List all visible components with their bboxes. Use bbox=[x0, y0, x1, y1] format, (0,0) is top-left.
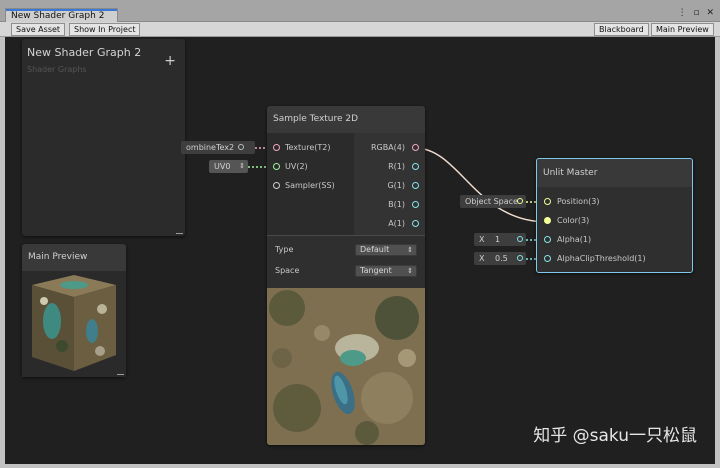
color-port[interactable] bbox=[544, 217, 551, 224]
space-dropdown[interactable]: Tangent ⇕ bbox=[355, 265, 417, 277]
texture-property-node[interactable]: ombineTex2 bbox=[181, 141, 255, 154]
menu-icon[interactable]: ⋮ bbox=[678, 8, 687, 18]
window-controls: ⋮ ▫ ✕ bbox=[674, 8, 714, 18]
blackboard-title: New Shader Graph 2 bbox=[27, 46, 142, 59]
space-label: Space bbox=[275, 266, 300, 275]
node-divider bbox=[267, 235, 425, 236]
texture-property-label: ombineTex2 bbox=[186, 143, 235, 152]
graph-canvas[interactable]: New Shader Graph 2 Shader Graphs + Main … bbox=[5, 37, 715, 464]
r-output-label: R(1) bbox=[388, 162, 405, 171]
resize-handle[interactable] bbox=[176, 233, 183, 234]
position-port[interactable] bbox=[544, 198, 551, 205]
uv-input-port[interactable] bbox=[273, 163, 280, 170]
type-label: Type bbox=[275, 245, 294, 254]
unlit-master-title: Unlit Master bbox=[537, 159, 692, 187]
rgba-output-label: RGBA(4) bbox=[370, 143, 405, 152]
alpha-clip-input-field[interactable]: X 0.5 bbox=[474, 252, 526, 265]
main-preview-panel[interactable]: Main Preview bbox=[22, 244, 126, 377]
space-value: Tangent bbox=[360, 266, 392, 275]
tab-shader-graph[interactable]: New Shader Graph 2 bbox=[5, 8, 118, 23]
sample-texture-2d-node[interactable]: Sample Texture 2D Texture(T2) UV(2) Samp… bbox=[267, 106, 425, 445]
alpha-value[interactable]: 1 bbox=[495, 235, 500, 244]
rgba-output-port[interactable] bbox=[412, 144, 419, 151]
texture-input-label: Texture(T2) bbox=[285, 143, 331, 152]
unlit-master-node[interactable]: Unlit Master Position(3) Color(3) Alpha(… bbox=[536, 158, 693, 273]
alpha-axis-label: X bbox=[479, 235, 485, 244]
texture-preview bbox=[267, 288, 425, 445]
blackboard-button[interactable]: Blackboard bbox=[594, 23, 649, 36]
uv-input-label: UV(2) bbox=[285, 162, 308, 171]
space-chevron-icon: ⇕ bbox=[407, 267, 413, 275]
alpha-input-field[interactable]: X 1 bbox=[474, 233, 526, 246]
sampler-input-port[interactable] bbox=[273, 182, 280, 189]
r-output-port[interactable] bbox=[412, 163, 419, 170]
position-port-label: Position(3) bbox=[557, 197, 600, 206]
type-chevron-icon: ⇕ bbox=[407, 246, 413, 254]
uv-channel-label: UV0 bbox=[214, 162, 231, 171]
position-input-port[interactable] bbox=[517, 198, 523, 204]
alpha-port-label: Alpha(1) bbox=[557, 235, 592, 244]
alpha-port[interactable] bbox=[544, 236, 551, 243]
color-port-label: Color(3) bbox=[557, 216, 590, 225]
show-in-project-button[interactable]: Show In Project bbox=[69, 23, 141, 36]
b-output-label: B(1) bbox=[388, 200, 405, 209]
preview-viewport[interactable] bbox=[22, 271, 126, 377]
a-output-port[interactable] bbox=[412, 220, 419, 227]
sampler-input-label: Sampler(SS) bbox=[285, 181, 335, 190]
g-output-label: G(1) bbox=[387, 181, 405, 190]
b-output-port[interactable] bbox=[412, 201, 419, 208]
alpha-clip-axis-label: X bbox=[479, 254, 485, 263]
preview-cube-image bbox=[32, 275, 116, 371]
alpha-clip-port[interactable] bbox=[544, 255, 551, 262]
maximize-icon[interactable]: ▫ bbox=[693, 8, 699, 18]
main-preview-button[interactable]: Main Preview bbox=[651, 23, 714, 36]
uv-chevron-icon: ⇕ bbox=[239, 162, 245, 170]
alpha-clip-port-label: AlphaClipThreshold(1) bbox=[557, 254, 646, 263]
tab-title: New Shader Graph 2 bbox=[11, 11, 105, 21]
graph-toolbar: Save Asset Show In Project Blackboard Ma… bbox=[0, 22, 720, 37]
uv-channel-dropdown[interactable]: UV0 ⇕ bbox=[209, 160, 248, 173]
position-space-input[interactable]: Object Space bbox=[460, 195, 526, 208]
a-output-label: A(1) bbox=[388, 219, 405, 228]
property-output-port[interactable] bbox=[238, 144, 244, 150]
tab-active-indicator bbox=[6, 9, 117, 11]
alpha-clip-value[interactable]: 0.5 bbox=[495, 254, 508, 263]
g-output-port[interactable] bbox=[412, 182, 419, 189]
type-value: Default bbox=[360, 245, 390, 254]
blackboard-subtitle: Shader Graphs bbox=[27, 65, 87, 74]
position-space-value: Object Space bbox=[465, 197, 518, 206]
texture-input-port[interactable] bbox=[273, 144, 280, 151]
close-icon[interactable]: ✕ bbox=[706, 8, 714, 18]
blackboard-panel[interactable]: New Shader Graph 2 Shader Graphs + bbox=[22, 39, 185, 236]
alpha-clip-input-port[interactable] bbox=[517, 255, 523, 261]
save-asset-button[interactable]: Save Asset bbox=[11, 23, 66, 36]
watermark-text: 知乎 @saku一只松鼠 bbox=[533, 426, 697, 446]
wire-rgba-highlight bbox=[414, 147, 549, 223]
preview-resize-handle[interactable] bbox=[117, 374, 124, 375]
alpha-input-port[interactable] bbox=[517, 236, 523, 242]
wire-rgba-color bbox=[414, 147, 549, 223]
add-property-button[interactable]: + bbox=[164, 53, 176, 69]
sample-texture-title: Sample Texture 2D bbox=[267, 106, 425, 133]
main-preview-title: Main Preview bbox=[22, 244, 126, 271]
type-dropdown[interactable]: Default ⇕ bbox=[355, 244, 417, 256]
terrain-texture-image bbox=[267, 288, 425, 445]
tab-bar: New Shader Graph 2 ⋮ ▫ ✕ bbox=[0, 0, 720, 23]
